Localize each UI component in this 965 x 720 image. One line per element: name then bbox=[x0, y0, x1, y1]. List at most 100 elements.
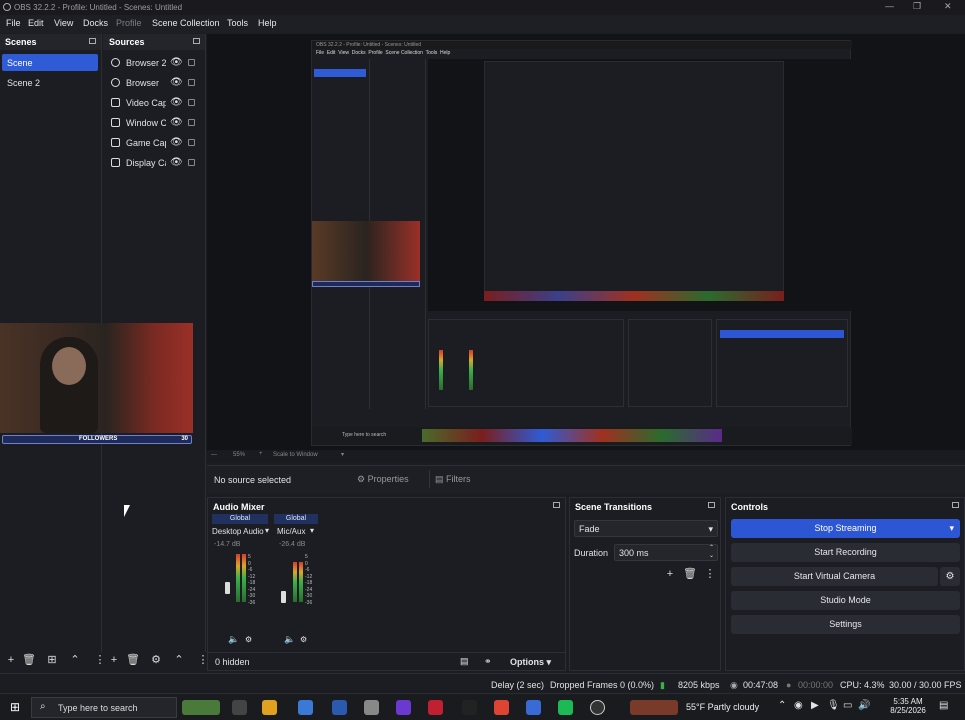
source-item[interactable]: Window C 👁 bbox=[107, 115, 202, 131]
widget-icon[interactable] bbox=[182, 700, 220, 715]
speaker-icon[interactable]: 🔈 bbox=[228, 634, 239, 645]
add-source-button[interactable]: + bbox=[107, 653, 121, 667]
undock-icon[interactable] bbox=[193, 38, 200, 44]
menu-docks[interactable]: Docks bbox=[83, 18, 108, 28]
move-scene-up-button[interactable]: ⌃ bbox=[68, 653, 82, 667]
remove-scene-button[interactable]: 🗑 bbox=[22, 653, 36, 667]
weather-widget[interactable]: 55°F Partly cloudy bbox=[686, 702, 759, 712]
filters-button[interactable]: ▤ Filters bbox=[435, 474, 471, 485]
more-options-icon[interactable]: ⋮ bbox=[93, 653, 107, 667]
obs-icon[interactable] bbox=[590, 700, 605, 715]
lock-icon[interactable] bbox=[188, 59, 195, 66]
network-icon[interactable]: ▭ bbox=[843, 700, 852, 711]
close-icon[interactable]: ✕ bbox=[944, 1, 952, 12]
zoom-out-icon[interactable]: — bbox=[211, 452, 217, 458]
chevron-up-icon[interactable]: ⌃ bbox=[778, 700, 786, 711]
chevron-down-icon[interactable]: ▾ bbox=[949, 519, 954, 538]
discord-icon[interactable] bbox=[396, 700, 411, 715]
maximize-icon[interactable]: ❐ bbox=[913, 1, 921, 12]
mic-volume-slider[interactable] bbox=[281, 591, 286, 603]
store-icon[interactable] bbox=[298, 700, 313, 715]
source-item[interactable]: Browser 2 👁 bbox=[107, 55, 202, 71]
start-virtual-camera-button[interactable]: Start Virtual Camera bbox=[731, 567, 938, 586]
visibility-eye-icon[interactable]: 👁 bbox=[170, 77, 183, 88]
mail-icon[interactable] bbox=[332, 700, 347, 715]
preview-canvas[interactable]: OBS 32.2.2 - Profile: Untitled - Scenes:… bbox=[207, 34, 965, 452]
lock-icon[interactable] bbox=[188, 119, 195, 126]
menu-file[interactable]: File bbox=[6, 18, 21, 28]
visibility-eye-icon[interactable]: 👁 bbox=[170, 57, 183, 68]
menu-scene-collection[interactable]: Scene Collection bbox=[152, 18, 220, 28]
chrome-icon[interactable] bbox=[526, 700, 541, 715]
stop-streaming-button[interactable]: Stop Streaming ▾ bbox=[731, 519, 960, 538]
opera-icon[interactable] bbox=[428, 700, 443, 715]
undock-icon[interactable] bbox=[89, 38, 96, 44]
speaker-icon[interactable]: 🔈 bbox=[284, 634, 295, 645]
settings-button[interactable]: Settings bbox=[731, 615, 960, 634]
start-recording-button[interactable]: Start Recording bbox=[731, 543, 960, 562]
visibility-eye-icon[interactable]: 👁 bbox=[170, 157, 183, 168]
gear-icon[interactable]: ⚙ bbox=[300, 635, 307, 644]
tray-icon[interactable]: ▶ bbox=[811, 700, 819, 711]
taskbar-clock[interactable]: 5:35 AM 8/25/2026 bbox=[878, 697, 938, 715]
remove-transition-button[interactable]: 🗑 bbox=[683, 567, 697, 581]
link-icon[interactable]: ⚭ bbox=[484, 656, 492, 667]
app-icon[interactable] bbox=[364, 700, 379, 715]
studio-mode-button[interactable]: Studio Mode bbox=[731, 591, 960, 610]
add-scene-button[interactable]: + bbox=[4, 653, 18, 667]
minimize-icon[interactable]: — bbox=[885, 1, 894, 11]
desktop-volume-slider[interactable] bbox=[225, 582, 230, 594]
notification-icon[interactable]: ▤ bbox=[939, 700, 948, 711]
lock-icon[interactable] bbox=[188, 99, 195, 106]
visibility-eye-icon[interactable]: 👁 bbox=[170, 97, 183, 108]
options-button[interactable]: Options ▾ bbox=[510, 657, 551, 668]
menu-tools[interactable]: Tools bbox=[227, 18, 248, 28]
spotify-icon[interactable] bbox=[558, 700, 573, 715]
properties-button[interactable]: ⚙ Properties bbox=[357, 474, 409, 485]
undock-icon[interactable] bbox=[553, 502, 560, 508]
task-view-icon[interactable] bbox=[232, 700, 247, 715]
move-source-up-button[interactable]: ⌃ bbox=[172, 653, 186, 667]
volume-icon[interactable]: 🔊 bbox=[858, 700, 870, 711]
virtual-camera-settings-button[interactable]: ⚙ bbox=[940, 567, 960, 586]
menu-view[interactable]: View bbox=[54, 18, 73, 28]
layout-icon[interactable]: ▤ bbox=[460, 656, 469, 667]
duration-field[interactable]: 300 ms ⌃ ⌄ bbox=[614, 544, 718, 561]
chevron-down-icon[interactable]: ▾ bbox=[341, 451, 344, 458]
more-options-icon[interactable]: ⋮ bbox=[703, 567, 717, 581]
undock-icon[interactable] bbox=[708, 502, 715, 508]
source-item[interactable]: Browser 👁 bbox=[107, 75, 202, 91]
app-icon[interactable] bbox=[630, 700, 678, 715]
menu-profile[interactable]: Profile bbox=[116, 18, 142, 28]
gear-icon[interactable]: ⚙ bbox=[245, 635, 252, 644]
chrome-icon[interactable] bbox=[494, 700, 509, 715]
menu-edit[interactable]: Edit bbox=[28, 18, 44, 28]
lock-icon[interactable] bbox=[188, 79, 195, 86]
spinner-icon[interactable]: ⌃ ⌄ bbox=[709, 544, 714, 560]
add-transition-button[interactable]: + bbox=[663, 567, 677, 581]
microphone-icon[interactable]: 🎙 bbox=[827, 700, 840, 711]
chevron-down-icon[interactable]: ▾ bbox=[265, 526, 269, 535]
taskbar-search[interactable]: ⌕ Type here to search bbox=[31, 697, 177, 718]
chevron-down-icon[interactable]: ▾ bbox=[310, 526, 314, 535]
menu-help[interactable]: Help bbox=[258, 18, 277, 28]
scene-item-scene-2[interactable]: Scene 2 bbox=[2, 74, 98, 91]
undock-icon[interactable] bbox=[952, 502, 959, 508]
file-explorer-icon[interactable] bbox=[262, 700, 277, 715]
source-item[interactable]: Game Cap 👁 bbox=[107, 135, 202, 151]
remove-source-button[interactable]: 🗑 bbox=[126, 653, 140, 667]
tray-icon[interactable]: ◉ bbox=[794, 700, 803, 711]
zoom-in-icon[interactable]: + bbox=[259, 451, 263, 457]
visibility-eye-icon[interactable]: 👁 bbox=[170, 137, 183, 148]
source-item[interactable]: Video Cap 👁 bbox=[107, 95, 202, 111]
lock-icon[interactable] bbox=[188, 159, 195, 166]
scale-to-window[interactable]: Scale to Window bbox=[273, 452, 318, 458]
scene-filters-button[interactable]: ⊞ bbox=[45, 653, 59, 667]
transition-select[interactable]: Fade ▾ bbox=[574, 520, 718, 537]
epic-games-icon[interactable] bbox=[462, 700, 477, 715]
windows-start-icon[interactable]: ⊞ bbox=[10, 700, 20, 714]
visibility-eye-icon[interactable]: 👁 bbox=[170, 117, 183, 128]
source-item[interactable]: Display Ca 👁 bbox=[107, 155, 202, 171]
source-properties-button[interactable]: ⚙ bbox=[149, 653, 163, 667]
scene-item-scene[interactable]: Scene bbox=[2, 54, 98, 71]
